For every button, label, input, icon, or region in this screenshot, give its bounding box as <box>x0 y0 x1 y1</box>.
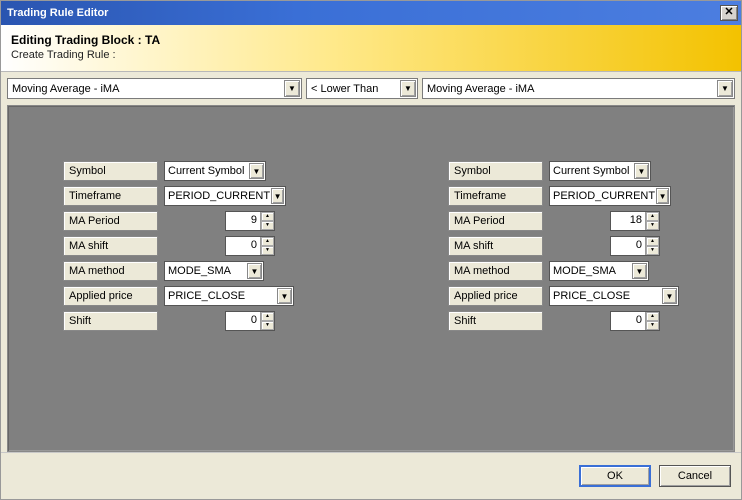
right-params-panel: Symbol Current Symbol ▼ Timeframe PERIOD… <box>448 161 738 336</box>
right-applied-price-value: PRICE_CLOSE <box>553 290 630 302</box>
right-timeframe-value: PERIOD_CURRENT <box>553 190 655 202</box>
left-symbol-value: Current Symbol <box>168 165 244 177</box>
left-shift-value: 0 <box>226 312 260 330</box>
right-ma-period-value: 18 <box>611 212 645 230</box>
left-params-panel: Symbol Current Symbol ▼ Timeframe PERIOD… <box>63 161 353 336</box>
spin-up-icon[interactable]: ▲ <box>261 212 274 221</box>
right-symbol-value: Current Symbol <box>553 165 629 177</box>
chevron-down-icon[interactable]: ▼ <box>400 80 416 97</box>
left-indicator-select[interactable]: Moving Average - iMA ▼ <box>7 78 302 99</box>
label-symbol: Symbol <box>448 161 543 181</box>
chevron-down-icon[interactable]: ▼ <box>656 188 669 204</box>
label-timeframe: Timeframe <box>63 186 158 206</box>
right-shift-spinner[interactable]: 0 ▲▼ <box>610 311 660 331</box>
spin-down-icon[interactable]: ▼ <box>261 221 274 230</box>
chevron-down-icon[interactable]: ▼ <box>271 188 284 204</box>
left-ma-method-value: MODE_SMA <box>168 265 231 277</box>
left-applied-price-value: PRICE_CLOSE <box>168 290 245 302</box>
left-applied-price-select[interactable]: PRICE_CLOSE ▼ <box>164 286 294 306</box>
right-symbol-select[interactable]: Current Symbol ▼ <box>549 161 651 181</box>
spin-up-icon[interactable]: ▲ <box>646 312 659 321</box>
label-applied-price: Applied price <box>448 286 543 306</box>
left-ma-period-value: 9 <box>226 212 260 230</box>
spin-up-icon[interactable]: ▲ <box>261 312 274 321</box>
close-button[interactable]: ✕ <box>720 5 738 21</box>
chevron-down-icon[interactable]: ▼ <box>717 80 733 97</box>
titlebar: Trading Rule Editor ✕ <box>1 1 741 25</box>
chevron-down-icon[interactable]: ▼ <box>247 263 262 279</box>
ok-button[interactable]: OK <box>579 465 651 487</box>
right-ma-period-spinner[interactable]: 18 ▲▼ <box>610 211 660 231</box>
label-ma-method: MA method <box>63 261 158 281</box>
header: Editing Trading Block : TA Create Tradin… <box>1 25 741 72</box>
left-indicator-value: Moving Average - iMA <box>12 83 119 95</box>
label-ma-method: MA method <box>448 261 543 281</box>
spin-down-icon[interactable]: ▼ <box>261 246 274 255</box>
chevron-down-icon[interactable]: ▼ <box>662 288 677 304</box>
right-ma-shift-spinner[interactable]: 0 ▲▼ <box>610 236 660 256</box>
left-symbol-select[interactable]: Current Symbol ▼ <box>164 161 266 181</box>
right-ma-method-value: MODE_SMA <box>553 265 616 277</box>
spin-down-icon[interactable]: ▼ <box>646 321 659 330</box>
chevron-down-icon[interactable]: ▼ <box>284 80 300 97</box>
right-indicator-select[interactable]: Moving Average - iMA ▼ <box>422 78 735 99</box>
right-shift-value: 0 <box>611 312 645 330</box>
label-shift: Shift <box>448 311 543 331</box>
chevron-down-icon[interactable]: ▼ <box>634 163 649 179</box>
right-ma-method-select[interactable]: MODE_SMA ▼ <box>549 261 649 281</box>
header-title: Editing Trading Block : TA <box>11 33 731 47</box>
left-ma-shift-value: 0 <box>226 237 260 255</box>
label-ma-shift: MA shift <box>448 236 543 256</box>
comparator-value: < Lower Than <box>311 83 378 95</box>
spin-down-icon[interactable]: ▼ <box>646 221 659 230</box>
label-applied-price: Applied price <box>63 286 158 306</box>
chevron-down-icon[interactable]: ▼ <box>277 288 292 304</box>
top-selectors: Moving Average - iMA ▼ < Lower Than ▼ Mo… <box>1 72 741 105</box>
window-title: Trading Rule Editor <box>7 7 108 19</box>
label-ma-shift: MA shift <box>63 236 158 256</box>
parameters-area: Symbol Current Symbol ▼ Timeframe PERIOD… <box>7 105 735 452</box>
right-indicator-value: Moving Average - iMA <box>427 83 534 95</box>
left-ma-period-spinner[interactable]: 9 ▲▼ <box>225 211 275 231</box>
label-symbol: Symbol <box>63 161 158 181</box>
spin-up-icon[interactable]: ▲ <box>646 237 659 246</box>
comparator-select[interactable]: < Lower Than ▼ <box>306 78 418 99</box>
chevron-down-icon[interactable]: ▼ <box>632 263 647 279</box>
left-timeframe-value: PERIOD_CURRENT <box>168 190 270 202</box>
left-ma-method-select[interactable]: MODE_SMA ▼ <box>164 261 264 281</box>
cancel-button[interactable]: Cancel <box>659 465 731 487</box>
spin-down-icon[interactable]: ▼ <box>261 321 274 330</box>
label-ma-period: MA Period <box>63 211 158 231</box>
label-shift: Shift <box>63 311 158 331</box>
chevron-down-icon[interactable]: ▼ <box>249 163 264 179</box>
right-timeframe-select[interactable]: PERIOD_CURRENT ▼ <box>549 186 671 206</box>
right-applied-price-select[interactable]: PRICE_CLOSE ▼ <box>549 286 679 306</box>
left-shift-spinner[interactable]: 0 ▲▼ <box>225 311 275 331</box>
label-ma-period: MA Period <box>448 211 543 231</box>
left-ma-shift-spinner[interactable]: 0 ▲▼ <box>225 236 275 256</box>
spin-down-icon[interactable]: ▼ <box>646 246 659 255</box>
footer: OK Cancel <box>1 452 741 499</box>
spin-up-icon[interactable]: ▲ <box>261 237 274 246</box>
label-timeframe: Timeframe <box>448 186 543 206</box>
header-subtitle: Create Trading Rule : <box>11 49 731 61</box>
right-ma-shift-value: 0 <box>611 237 645 255</box>
left-timeframe-select[interactable]: PERIOD_CURRENT ▼ <box>164 186 286 206</box>
spin-up-icon[interactable]: ▲ <box>646 212 659 221</box>
